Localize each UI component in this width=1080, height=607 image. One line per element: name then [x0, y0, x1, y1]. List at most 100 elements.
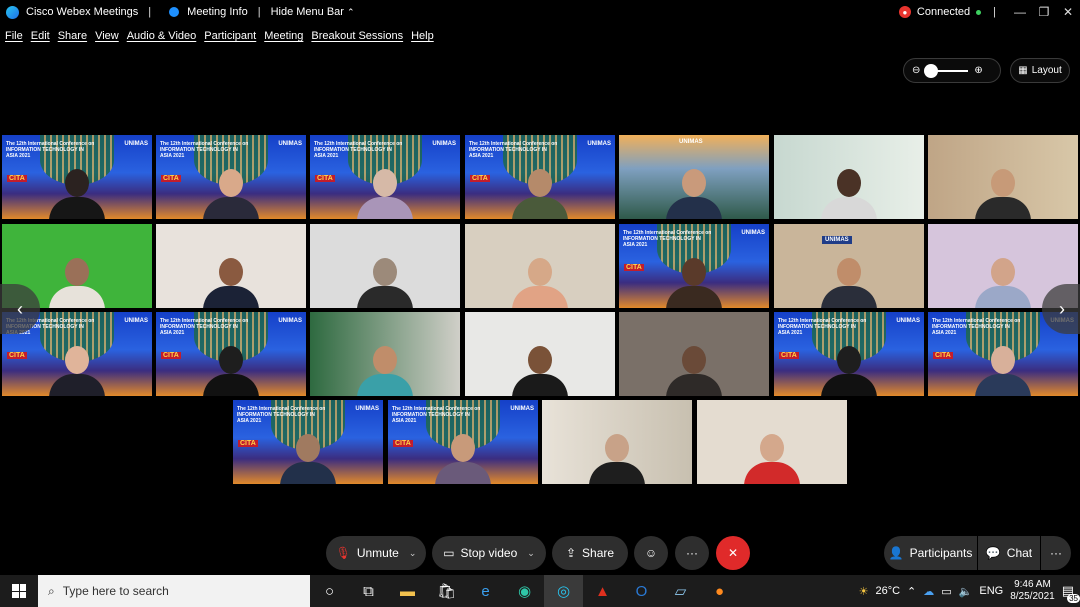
- unimas-logo: UNIMAS: [278, 141, 302, 147]
- video-tile[interactable]: [542, 400, 692, 484]
- video-tile[interactable]: [697, 400, 847, 484]
- unimas-logo: UNIMAS: [679, 139, 703, 145]
- video-tile[interactable]: The 12th International Conference on INF…: [388, 400, 538, 484]
- zoom-slider-knob[interactable]: [924, 63, 939, 78]
- status-dot-icon: [976, 9, 982, 15]
- participants-icon: 👤: [888, 546, 904, 560]
- cita-logo: CITA: [779, 352, 799, 359]
- menu-edit[interactable]: Edit: [31, 30, 50, 42]
- firefox-icon[interactable]: ●: [700, 575, 739, 607]
- webex-taskbar-icon[interactable]: ◎: [544, 575, 583, 607]
- participant-video: [357, 169, 413, 219]
- video-tile[interactable]: The 12th International Conference on INF…: [310, 135, 460, 219]
- cita-logo: CITA: [624, 264, 644, 271]
- meeting-info-icon: [169, 7, 180, 17]
- menu-meeting[interactable]: Meeting: [264, 30, 303, 42]
- participant-video: [821, 169, 877, 219]
- start-button[interactable]: [0, 575, 38, 607]
- edge-icon[interactable]: ◉: [505, 575, 544, 607]
- video-tile[interactable]: [156, 224, 306, 308]
- menu-share[interactable]: Share: [58, 30, 87, 42]
- notes-icon[interactable]: ▱: [661, 575, 700, 607]
- participant-video: [49, 169, 105, 219]
- outlook-icon[interactable]: O: [622, 575, 661, 607]
- hide-menu-bar-button[interactable]: Hide Menu Bar ⌃: [271, 6, 355, 18]
- menu-view[interactable]: View: [95, 30, 119, 42]
- video-tile[interactable]: The 12th International Conference on INF…: [156, 135, 306, 219]
- cortana-icon[interactable]: ○: [310, 575, 349, 607]
- video-tile[interactable]: [774, 135, 924, 219]
- menu-audio-video[interactable]: Audio & Video: [127, 30, 197, 42]
- participant-video: [49, 346, 105, 396]
- internet-explorer-icon[interactable]: e: [466, 575, 505, 607]
- menu-help[interactable]: Help: [411, 30, 434, 42]
- panel-more-button[interactable]: ···: [1041, 536, 1071, 570]
- video-tile[interactable]: UNIMAS: [774, 224, 924, 308]
- weather-temp[interactable]: 26°C: [875, 585, 900, 597]
- zoom-in-icon[interactable]: ⊕: [974, 65, 982, 76]
- video-tile[interactable]: [928, 135, 1078, 219]
- taskbar-search-box[interactable]: ⌕ Type here to search: [38, 575, 310, 607]
- reactions-button[interactable]: ☺: [634, 536, 668, 570]
- menu-breakout-sessions[interactable]: Breakout Sessions: [311, 30, 403, 42]
- notification-center-icon[interactable]: ▤ 35: [1062, 583, 1080, 603]
- video-tile[interactable]: The 12th International Conference on INF…: [465, 135, 615, 219]
- video-tile[interactable]: The 12th International Conference on INF…: [156, 312, 306, 396]
- unimas-logo: UNIMAS: [822, 236, 852, 244]
- onedrive-icon[interactable]: ☁: [923, 585, 934, 598]
- video-tile[interactable]: [465, 224, 615, 308]
- video-tile[interactable]: UNIMAS: [619, 135, 769, 219]
- task-view-icon[interactable]: ⧉: [349, 575, 388, 607]
- webex-logo-icon: [6, 5, 19, 19]
- network-icon[interactable]: ▭: [941, 585, 951, 598]
- cita-logo: CITA: [933, 352, 953, 359]
- conference-banner-text: The 12th International Conference on INF…: [932, 318, 1021, 336]
- menu-bar: File Edit Share View Audio & Video Parti…: [0, 26, 434, 46]
- video-tile[interactable]: The 12th International Conference on INF…: [2, 135, 152, 219]
- chevron-up-icon[interactable]: ⌃: [907, 585, 916, 598]
- clock[interactable]: 9:46 AM 8/25/2021: [1010, 579, 1055, 603]
- unimas-logo: UNIMAS: [896, 318, 920, 324]
- zoom-out-icon[interactable]: ⊖: [912, 65, 920, 76]
- close-window-button[interactable]: ✕: [1056, 5, 1080, 19]
- chevron-down-icon[interactable]: ⌄: [527, 548, 535, 559]
- store-icon[interactable]: 🛍: [427, 575, 466, 607]
- video-tile[interactable]: The 12th International Conference on INF…: [233, 400, 383, 484]
- conference-banner-text: The 12th International Conference on INF…: [160, 141, 249, 159]
- more-options-button[interactable]: ···: [675, 536, 709, 570]
- video-tile[interactable]: The 12th International Conference on INF…: [619, 224, 769, 308]
- file-explorer-icon[interactable]: ▬: [388, 575, 427, 607]
- video-tile[interactable]: [310, 312, 460, 396]
- menu-participant[interactable]: Participant: [204, 30, 256, 42]
- menu-file[interactable]: File: [5, 30, 23, 42]
- participants-button[interactable]: 👤 Participants: [884, 536, 977, 570]
- meeting-info-button[interactable]: Meeting Info: [187, 6, 248, 18]
- participant-video: [357, 258, 413, 308]
- cita-logo: CITA: [315, 175, 335, 182]
- volume-icon[interactable]: 🔈: [959, 585, 973, 598]
- share-button[interactable]: ⇪ Share: [552, 536, 628, 570]
- cita-logo: CITA: [393, 440, 413, 447]
- video-tile[interactable]: [619, 312, 769, 396]
- unmute-button[interactable]: 🎙 Unmute ⌄: [326, 536, 426, 570]
- video-tile[interactable]: [465, 312, 615, 396]
- windows-logo-icon: [12, 584, 26, 598]
- participant-video: [512, 258, 568, 308]
- layout-button[interactable]: ▦ Layout: [1010, 58, 1070, 83]
- connection-status: Connected: [916, 6, 971, 18]
- leave-meeting-button[interactable]: ✕: [716, 536, 750, 570]
- video-tile[interactable]: [310, 224, 460, 308]
- participant-video: [203, 169, 259, 219]
- video-tile[interactable]: The 12th International Conference on INF…: [774, 312, 924, 396]
- restore-button[interactable]: ❐: [1032, 5, 1056, 19]
- chevron-down-icon[interactable]: ⌄: [409, 548, 417, 559]
- windows-taskbar: ⌕ Type here to search ○ ⧉ ▬ 🛍 e ◉ ◎ ▲ O …: [0, 575, 1080, 607]
- stop-video-button[interactable]: ▭ Stop video ⌄: [432, 536, 546, 570]
- acrobat-icon[interactable]: ▲: [583, 575, 622, 607]
- app-title: Cisco Webex Meetings: [26, 6, 139, 18]
- minimize-button[interactable]: —: [1008, 5, 1032, 19]
- unimas-logo: UNIMAS: [355, 406, 379, 412]
- language-indicator[interactable]: ENG: [979, 585, 1003, 597]
- chat-button[interactable]: 💬 Chat: [978, 536, 1040, 570]
- zoom-slider[interactable]: [924, 63, 969, 78]
